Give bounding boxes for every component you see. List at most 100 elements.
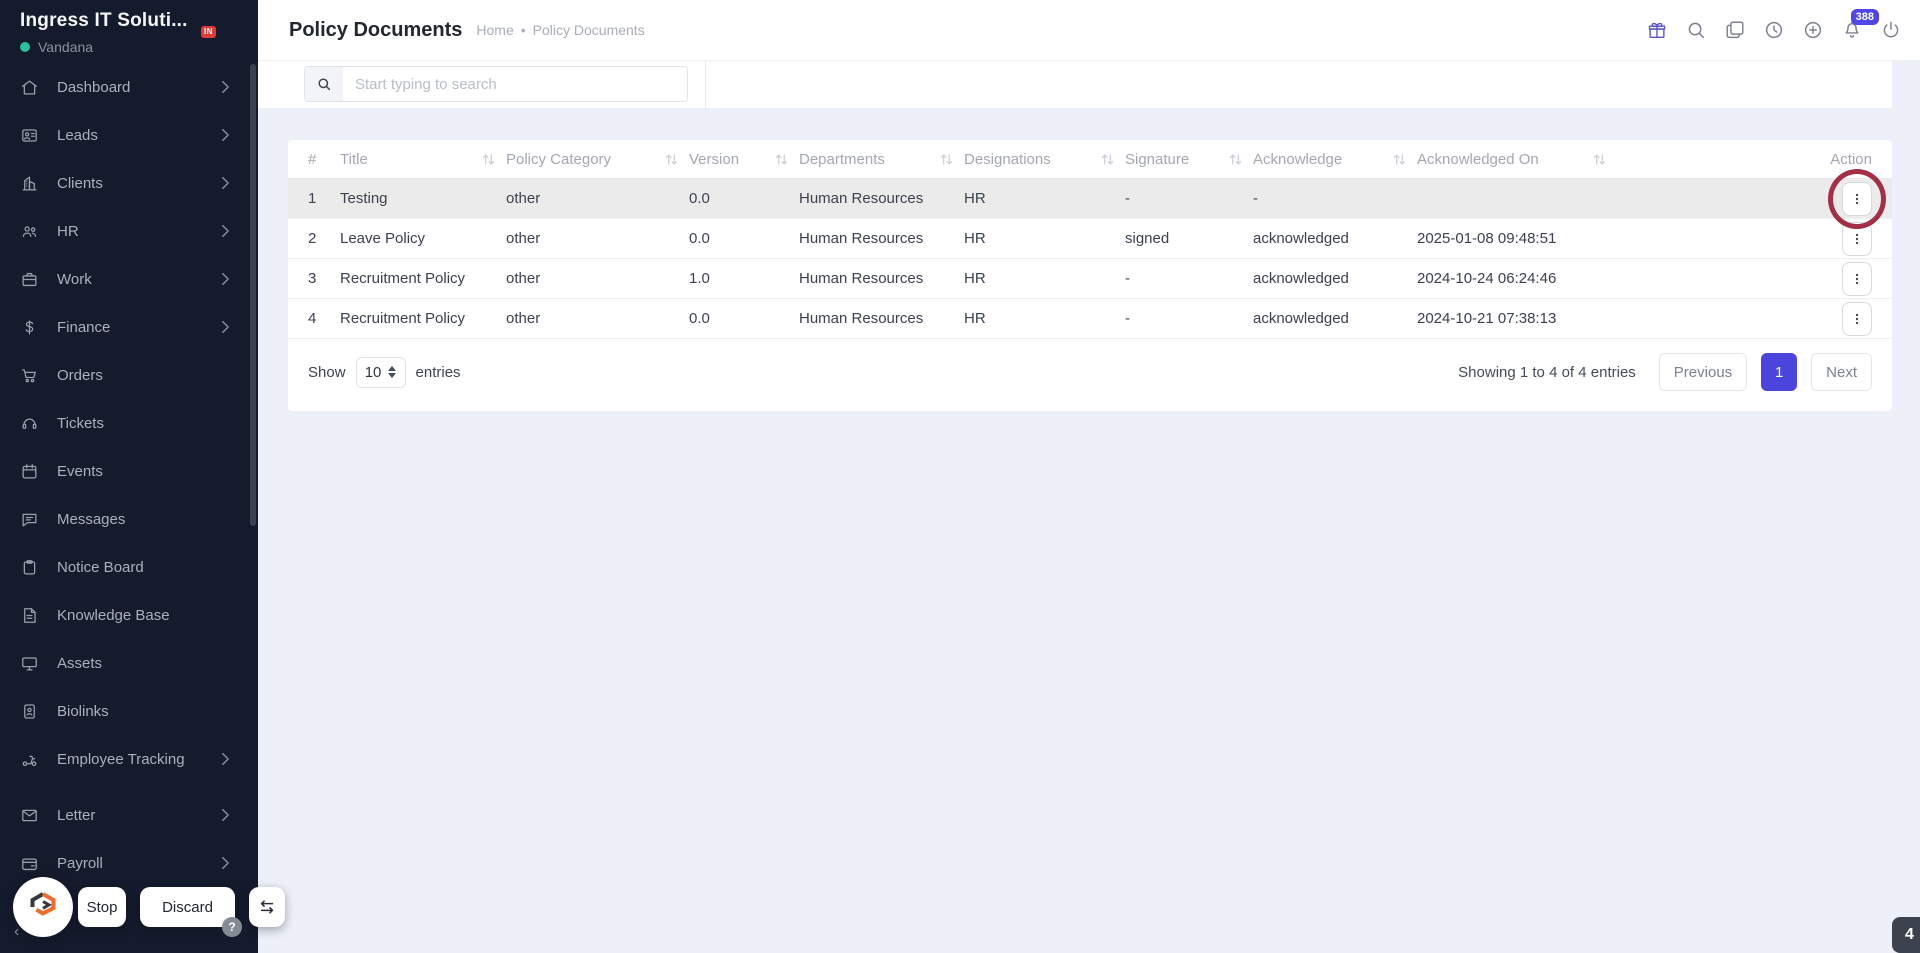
row-actions-button[interactable] bbox=[1842, 181, 1872, 216]
column-header-policy-category[interactable]: Policy Category bbox=[506, 140, 689, 179]
sidebar-item-letter[interactable]: Letter bbox=[0, 791, 250, 839]
notification-count-badge: 388 bbox=[1850, 9, 1879, 26]
power-icon[interactable] bbox=[1880, 19, 1902, 41]
column-label: Designations bbox=[964, 150, 1051, 168]
search-icon[interactable] bbox=[1685, 19, 1707, 41]
plus-circle-icon[interactable] bbox=[1802, 19, 1824, 41]
column-label: Title bbox=[340, 150, 368, 168]
sort-icon bbox=[937, 153, 956, 166]
column-header-designations[interactable]: Designations bbox=[964, 140, 1125, 179]
topbar: Policy Documents Home • Policy Documents… bbox=[258, 0, 1920, 61]
sidebar-item-assets[interactable]: Assets bbox=[0, 639, 250, 687]
next-page-button[interactable]: Next bbox=[1811, 353, 1872, 391]
cell-acknowledged_on: 2024-10-21 07:38:13 bbox=[1417, 298, 1617, 339]
sidebar-item-label: Clients bbox=[57, 174, 103, 192]
discard-button[interactable]: Discard bbox=[140, 887, 235, 927]
cell-departments: Human Resources bbox=[799, 218, 964, 259]
messages-icon bbox=[20, 510, 39, 529]
cell-signature: signed bbox=[1125, 218, 1253, 259]
breadcrumb-current: Policy Documents bbox=[532, 22, 645, 38]
sidebar-item-knowledge-base[interactable]: Knowledge Base bbox=[0, 591, 250, 639]
cell-action bbox=[1617, 298, 1892, 339]
policy-documents-table: # Title Policy Category Version Departme… bbox=[288, 140, 1892, 339]
column-header-acknowledge[interactable]: Acknowledge bbox=[1253, 140, 1417, 179]
agent-logo-button[interactable] bbox=[13, 877, 73, 937]
sidebar-item-tickets[interactable]: Tickets bbox=[0, 399, 250, 447]
notice-board-icon bbox=[20, 558, 39, 577]
column-header-title[interactable]: Title bbox=[340, 140, 506, 179]
column-header-action: Action bbox=[1617, 140, 1892, 179]
entries-label: entries bbox=[415, 363, 461, 381]
page-title: Policy Documents bbox=[289, 18, 463, 41]
help-badge: ? bbox=[222, 917, 242, 937]
cell-title: Recruitment Policy bbox=[340, 258, 506, 299]
column-header-signature[interactable]: Signature bbox=[1125, 140, 1253, 179]
sidebar-item-events[interactable]: Events bbox=[0, 447, 250, 495]
search-box bbox=[304, 66, 688, 102]
sort-icon bbox=[662, 153, 681, 166]
row-actions-button[interactable] bbox=[1842, 221, 1872, 256]
cell-version: 0.0 bbox=[689, 178, 799, 219]
clock-icon[interactable] bbox=[1763, 19, 1785, 41]
sidebar-item-clients[interactable]: Clients bbox=[0, 159, 250, 207]
column-header-acknowledged-on[interactable]: Acknowledged On bbox=[1417, 140, 1617, 179]
search-icon bbox=[305, 67, 343, 101]
sidebar-item-work[interactable]: Work bbox=[0, 255, 250, 303]
sidebar-item-employee-tracking[interactable]: Employee Tracking bbox=[0, 735, 250, 783]
cell-designations: HR bbox=[964, 258, 1125, 299]
column-label: Acknowledged On bbox=[1417, 150, 1539, 168]
sidebar-item-label: Finance bbox=[57, 318, 111, 336]
cell-num: 1 bbox=[288, 178, 340, 219]
column-header-version[interactable]: Version bbox=[689, 140, 799, 179]
biolinks-icon bbox=[20, 702, 39, 721]
sidebar-item-messages[interactable]: Messages bbox=[0, 495, 250, 543]
sidebar-item-hr[interactable]: HR bbox=[0, 207, 250, 255]
sidebar-item-notice-board[interactable]: Notice Board bbox=[0, 543, 250, 591]
chevron-right-icon bbox=[221, 808, 230, 822]
breadcrumb-home[interactable]: Home bbox=[476, 22, 513, 38]
gift-icon[interactable] bbox=[1646, 19, 1668, 41]
row-actions-button[interactable] bbox=[1842, 261, 1872, 296]
row-actions-button[interactable] bbox=[1842, 301, 1872, 336]
cell-acknowledged_on bbox=[1417, 178, 1617, 219]
pagination-summary: Showing 1 to 4 of 4 entries bbox=[1458, 363, 1636, 381]
sidebar-item-label: Work bbox=[57, 270, 92, 288]
hr-icon bbox=[20, 222, 39, 241]
sort-icon bbox=[479, 153, 498, 166]
column-header-departments[interactable]: Departments bbox=[799, 140, 964, 179]
sidebar-item-orders[interactable]: Orders bbox=[0, 351, 250, 399]
previous-page-button[interactable]: Previous bbox=[1658, 353, 1748, 391]
cell-signature: - bbox=[1125, 178, 1253, 219]
column-label: # bbox=[308, 150, 317, 168]
sidebar-item-label: Payroll bbox=[57, 854, 103, 872]
copy-icon[interactable] bbox=[1724, 19, 1746, 41]
topbar-actions: 388 bbox=[1646, 9, 1902, 41]
chevron-right-icon bbox=[221, 176, 230, 190]
cell-num: 4 bbox=[288, 298, 340, 339]
sidebar-item-leads[interactable]: Leads bbox=[0, 111, 250, 159]
sidebar-item-label: Orders bbox=[57, 366, 103, 384]
filter-toolbar bbox=[258, 61, 1892, 108]
sort-icon bbox=[1098, 153, 1117, 166]
work-icon bbox=[20, 270, 39, 289]
sidebar-item-label: Letter bbox=[57, 806, 96, 824]
sidebar-item-biolinks[interactable]: Biolinks bbox=[0, 687, 250, 735]
search-input[interactable] bbox=[343, 67, 687, 101]
sidebar-scrollbar[interactable] bbox=[250, 64, 256, 526]
sidebar-item-label: Biolinks bbox=[57, 702, 109, 720]
stop-button[interactable]: Stop bbox=[78, 887, 126, 927]
swap-button[interactable] bbox=[249, 887, 285, 927]
collapse-chevron-icon[interactable]: ‹ bbox=[14, 924, 19, 940]
sidebar-item-finance[interactable]: Finance bbox=[0, 303, 250, 351]
table-header-row: # Title Policy Category Version Departme… bbox=[288, 140, 1892, 179]
sidebar-item-dashboard[interactable]: Dashboard bbox=[0, 63, 250, 111]
bell-icon[interactable]: 388 bbox=[1841, 9, 1879, 41]
current-page-button[interactable]: 1 bbox=[1761, 353, 1798, 391]
sidebar-item-label: Dashboard bbox=[57, 78, 131, 96]
leads-icon bbox=[20, 126, 39, 145]
payroll-icon bbox=[20, 854, 39, 873]
knowledge-base-icon bbox=[20, 606, 39, 625]
orders-icon bbox=[20, 366, 39, 385]
page-size-select[interactable]: 10 bbox=[355, 356, 406, 388]
chevron-right-icon bbox=[221, 272, 230, 286]
